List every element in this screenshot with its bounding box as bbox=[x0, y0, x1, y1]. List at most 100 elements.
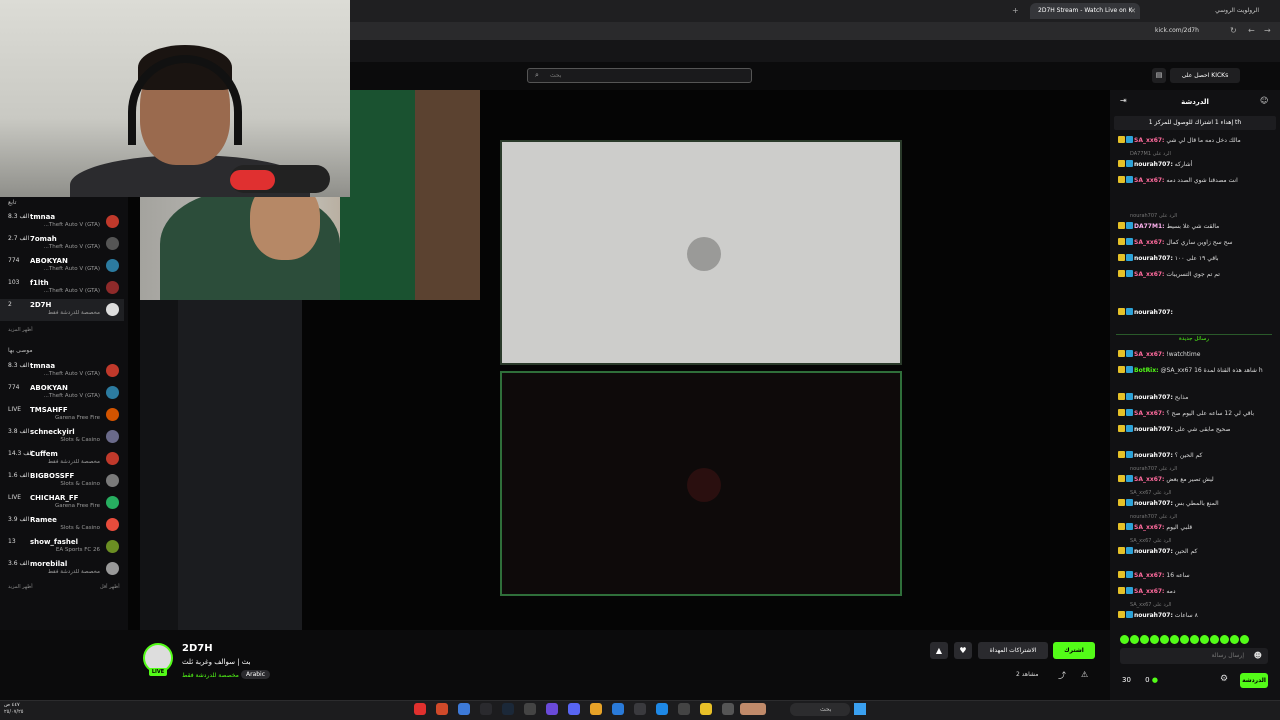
chat-username[interactable]: nourah707: bbox=[1134, 612, 1173, 619]
chat-username[interactable]: SA_xx67: bbox=[1134, 588, 1164, 595]
chat-username[interactable]: SA_xx67: bbox=[1134, 410, 1164, 417]
show-more-link[interactable]: أظهر المزيد bbox=[8, 584, 33, 590]
emote-icon[interactable] bbox=[1150, 635, 1159, 644]
emoji-icon[interactable]: ☻ bbox=[1254, 648, 1262, 664]
sidebar-channel-item[interactable]: 14.3 الف Cuffem مخصصة للدردشة فقط bbox=[0, 448, 124, 470]
report-icon[interactable]: ⚠ bbox=[1081, 670, 1088, 679]
emote-icon[interactable] bbox=[1200, 635, 1209, 644]
show-more-link[interactable]: أظهر المزيد bbox=[8, 327, 33, 333]
share-icon[interactable]: ⤴ bbox=[1058, 670, 1066, 681]
chat-username[interactable]: nourah707: bbox=[1134, 161, 1173, 168]
follow-button[interactable]: اشترك bbox=[1053, 642, 1095, 659]
chat-username[interactable]: nourah707: bbox=[1134, 548, 1173, 555]
windows-start-icon[interactable] bbox=[854, 703, 866, 715]
reload-icon[interactable]: ↻ bbox=[1230, 22, 1237, 40]
sidebar-channel-item[interactable]: 774 ABOKYAN ...Theft Auto V (GTA) bbox=[0, 255, 124, 277]
emote-icon[interactable] bbox=[1210, 635, 1219, 644]
app-icon[interactable] bbox=[678, 703, 690, 715]
emote-icon[interactable] bbox=[1160, 635, 1169, 644]
heart-icon[interactable]: ♥ bbox=[954, 642, 972, 659]
emote-icon[interactable] bbox=[1240, 635, 1249, 644]
gear-icon[interactable]: ⚙ bbox=[1220, 674, 1228, 684]
chat-username[interactable]: SA_xx67: bbox=[1134, 177, 1164, 184]
chat-username[interactable]: nourah707: bbox=[1134, 452, 1173, 459]
steam-icon[interactable] bbox=[502, 703, 514, 715]
chrome-icon[interactable] bbox=[590, 703, 602, 715]
stream-category[interactable]: مخصصة للدردشة فقط bbox=[182, 672, 239, 679]
sidebar-channel-item[interactable]: 13 show_fashel EA Sports FC 26 bbox=[0, 536, 124, 558]
emote-icon[interactable] bbox=[1220, 635, 1229, 644]
chat-username[interactable]: SA_xx67: bbox=[1134, 572, 1164, 579]
chat-username[interactable]: nourah707: bbox=[1134, 309, 1173, 316]
chat-username[interactable]: SA_xx67: bbox=[1134, 476, 1164, 483]
close-tab-icon[interactable]: ✕ bbox=[1130, 3, 1136, 19]
app-icon[interactable] bbox=[436, 703, 448, 715]
chat-username[interactable]: nourah707: bbox=[1134, 500, 1173, 507]
chat-username[interactable]: SA_xx67: bbox=[1134, 524, 1164, 531]
bell-icon[interactable]: ▲ bbox=[930, 642, 948, 659]
gift-subs-button[interactable]: الاشتراكات المهداة bbox=[978, 642, 1048, 659]
emote-icon[interactable] bbox=[1170, 635, 1179, 644]
back-icon[interactable]: ← bbox=[1248, 22, 1255, 40]
sidebar-channel-item[interactable]: 2 2D7H مخصصة للدردشة فقط bbox=[0, 299, 124, 321]
obs-icon[interactable] bbox=[524, 703, 536, 715]
new-tab-icon[interactable]: + bbox=[1012, 2, 1019, 20]
emote-icon[interactable] bbox=[1190, 635, 1199, 644]
users-icon[interactable]: ☺ bbox=[1260, 96, 1268, 105]
chat-username[interactable]: SA_xx67: bbox=[1134, 271, 1164, 278]
forward-icon[interactable]: → bbox=[1264, 22, 1271, 40]
sidebar-channel-item[interactable]: 103 f1lth ...Theft Auto V (GTA) bbox=[0, 277, 124, 299]
opera-icon[interactable] bbox=[414, 703, 426, 715]
tab-2d7h-stream[interactable]: 2D7H Stream - Watch Live on K ✕ bbox=[1030, 3, 1140, 19]
app-icon[interactable] bbox=[480, 703, 492, 715]
chat-username[interactable]: SA_xx67: bbox=[1134, 351, 1164, 358]
search-input[interactable]: ⌕ بحث bbox=[527, 68, 752, 83]
chat-username[interactable]: DA77M1: bbox=[1134, 223, 1165, 230]
chat-username[interactable]: nourah707: bbox=[1134, 426, 1173, 433]
emote-icon[interactable] bbox=[1180, 635, 1189, 644]
emote-icon[interactable] bbox=[1230, 635, 1239, 644]
chat-send-button[interactable]: الدردشة bbox=[1240, 673, 1268, 688]
emote-icon[interactable] bbox=[1140, 635, 1149, 644]
sidebar-channel-item[interactable]: 2.7 الف 7omah ...Theft Auto V (GTA) bbox=[0, 233, 124, 255]
sidebar-channel-item[interactable]: 8.3 الف tmnaa ...Theft Auto V (GTA) bbox=[0, 360, 124, 382]
discord-icon[interactable] bbox=[568, 703, 580, 715]
app-icon[interactable] bbox=[546, 703, 558, 715]
url-text[interactable]: kick.com/2d7h bbox=[1155, 22, 1199, 40]
language-tag[interactable]: Arabic bbox=[241, 670, 271, 679]
folder-icon[interactable] bbox=[700, 703, 712, 715]
chat-username[interactable]: SA_xx67: bbox=[1134, 137, 1164, 144]
show-less-link[interactable]: أظهر أقل bbox=[100, 584, 120, 590]
sidebar-channel-item[interactable]: 3.6 الف morebilal مخصصة للدردشة فقط bbox=[0, 558, 124, 580]
chat-username[interactable]: SA_xx67: bbox=[1134, 239, 1164, 246]
collapse-chat-icon[interactable]: ⇥ bbox=[1120, 96, 1127, 105]
tab-russian-roulette[interactable]: الرولويت الروسي bbox=[1180, 3, 1275, 19]
address-bar[interactable]: kick.com/2d7h ↻ ← → bbox=[350, 22, 1280, 40]
chat-username[interactable]: nourah707: bbox=[1134, 394, 1173, 401]
chat-username[interactable]: BotRix: bbox=[1134, 367, 1159, 374]
pinned-goal[interactable]: إهداء 1 اشتراك للوصول للمركز 1 th bbox=[1114, 116, 1276, 130]
chat-username[interactable]: nourah707: bbox=[1134, 255, 1173, 262]
get-kicks-button[interactable]: احصل على KICKs bbox=[1170, 68, 1240, 83]
weather-icon[interactable] bbox=[740, 703, 766, 715]
store-icon[interactable] bbox=[634, 703, 646, 715]
sidebar-channel-item[interactable]: 3.9 الف Ramee Slots & Casino bbox=[0, 514, 124, 536]
browser-icon[interactable] bbox=[458, 703, 470, 715]
taskbar-clock[interactable]: ٤٤٧ ص ٢٥/٠٧/٢٥ bbox=[4, 702, 23, 716]
emote-icon[interactable] bbox=[1130, 635, 1139, 644]
sidebar-channel-item[interactable]: LIVE CHICHAR_FF Garena Free Fire bbox=[0, 492, 124, 514]
sidebar-channel-item[interactable]: 8.3 الف tmnaa ...Theft Auto V (GTA) bbox=[0, 211, 124, 233]
app-icon[interactable] bbox=[722, 703, 734, 715]
sidebar-channel-item[interactable]: 3.8 الف schneckyirl Slots & Casino bbox=[0, 426, 124, 448]
layout-icon[interactable]: ▤ bbox=[1152, 68, 1166, 83]
taskbar-search[interactable]: بحث bbox=[790, 703, 850, 716]
emote-icon[interactable] bbox=[1120, 635, 1129, 644]
edge-icon[interactable] bbox=[656, 703, 668, 715]
channel-name[interactable]: 2D7H bbox=[182, 643, 213, 654]
app-icon[interactable] bbox=[612, 703, 624, 715]
sidebar-channel-item[interactable]: LIVE TMSAHFF Garena Free Fire bbox=[0, 404, 124, 426]
sidebar-channel-item[interactable]: 1.6 الف BIGBOSSFF Slots & Casino bbox=[0, 470, 124, 492]
chat-input[interactable]: إرسال رسالة ☻ bbox=[1120, 648, 1268, 664]
sidebar-channel-item[interactable]: 774 ABOKYAN ...Theft Auto V (GTA) bbox=[0, 382, 124, 404]
channel-category: ...Theft Auto V (GTA) bbox=[43, 222, 100, 228]
